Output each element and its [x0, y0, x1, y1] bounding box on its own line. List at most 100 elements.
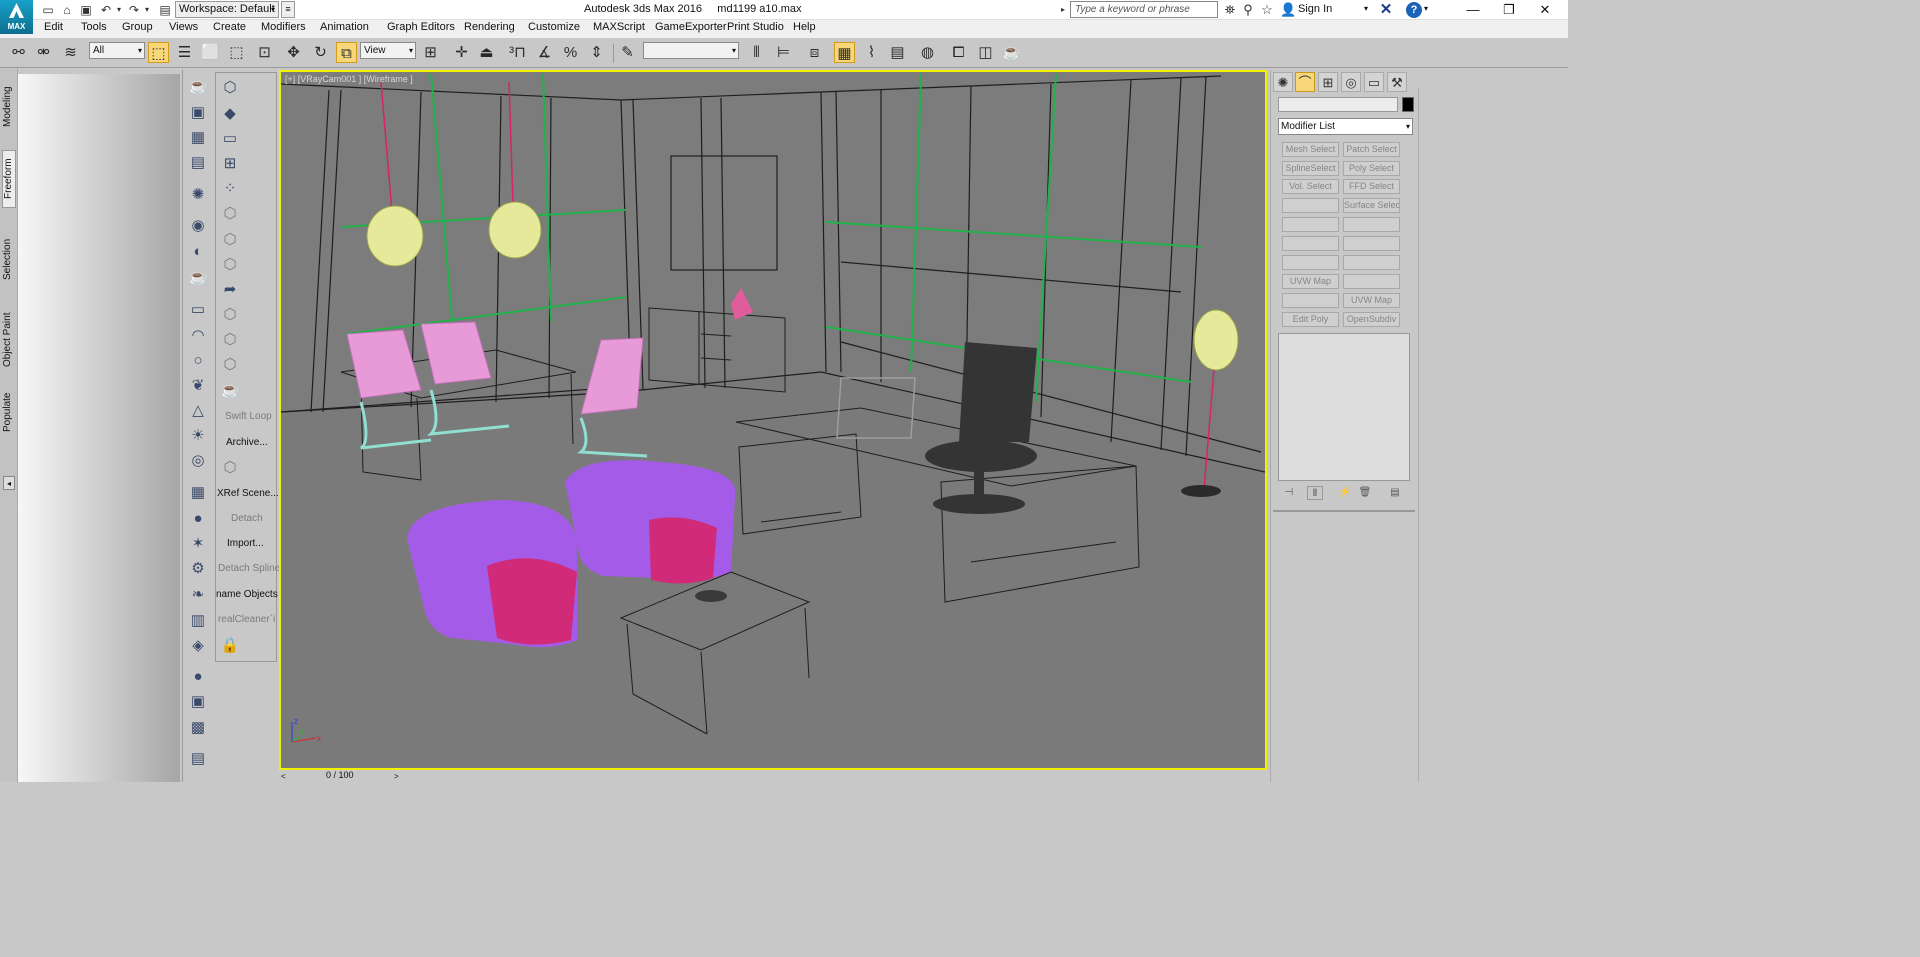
remove-modifier-icon[interactable]: 🗑: [1357, 486, 1373, 500]
box-grey-icon[interactable]: ⬡: [219, 457, 241, 479]
align-icon[interactable]: ⊨: [773, 42, 794, 63]
vol-select-button[interactable]: Vol. Select: [1282, 179, 1339, 194]
render-production-icon[interactable]: ☕: [1001, 42, 1022, 63]
particles-icon[interactable]: ⁘: [219, 178, 241, 200]
plane-icon[interactable]: ▭: [187, 299, 209, 321]
archive-button[interactable]: Archive...: [226, 437, 268, 448]
pin-stack-icon[interactable]: ⊣: [1281, 486, 1297, 500]
wall-icon[interactable]: ▥: [187, 610, 209, 632]
menu-animation[interactable]: Animation: [320, 21, 369, 33]
modify-tab-icon[interactable]: ⌒: [1295, 72, 1315, 92]
time-next-icon[interactable]: >: [394, 771, 404, 782]
xref-scene-button[interactable]: XRef Scene...: [217, 488, 279, 499]
motion-tab-icon[interactable]: ◎: [1341, 72, 1361, 92]
sign-in-link[interactable]: Sign In: [1298, 3, 1332, 15]
render-teapot-icon[interactable]: ☕: [187, 267, 209, 289]
box-add-icon[interactable]: ⬡: [219, 329, 241, 351]
box-icon[interactable]: ⬡: [219, 77, 241, 99]
menu-help[interactable]: Help: [793, 21, 816, 33]
teapot-icon[interactable]: ☕: [187, 76, 209, 98]
select-and-move-icon[interactable]: ⊡: [254, 42, 275, 63]
gear-icon[interactable]: ⚙: [187, 558, 209, 580]
empty-modifier-button[interactable]: [1343, 217, 1400, 232]
import-button[interactable]: Import...: [227, 538, 264, 549]
empty-modifier-button[interactable]: [1343, 236, 1400, 251]
box-link-icon[interactable]: ⬡: [219, 354, 241, 376]
hierarchy-tab-icon[interactable]: ⊞: [1318, 72, 1338, 92]
open-file-icon[interactable]: ⌂: [59, 2, 75, 18]
surface-select-button[interactable]: Surface Select: [1343, 198, 1400, 213]
monitor-icon[interactable]: ▭: [219, 128, 241, 150]
search-expand-icon[interactable]: ▸: [1061, 2, 1070, 18]
bind-to-space-warp-icon[interactable]: ≋: [60, 42, 81, 63]
disc-icon[interactable]: ○: [187, 350, 209, 372]
spinner-snap-icon[interactable]: ⇕: [586, 42, 607, 63]
search-input[interactable]: Type a keyword or phrase: [1070, 1, 1218, 18]
box-wire-icon[interactable]: ⬡: [219, 229, 241, 251]
grass-icon[interactable]: ❧: [187, 584, 209, 606]
rig-icon[interactable]: ✶: [187, 533, 209, 555]
dynamics-icon[interactable]: ●: [187, 508, 209, 530]
cube-color-icon[interactable]: ◆: [219, 103, 241, 125]
select-and-link-icon[interactable]: ⚯: [8, 42, 29, 63]
ribbon-tab-object-paint[interactable]: Object Paint: [2, 310, 16, 370]
modifier-stack[interactable]: [1278, 333, 1410, 481]
menu-customize[interactable]: Customize: [528, 21, 580, 33]
close-button[interactable]: ✕: [1522, 0, 1568, 20]
target-icon[interactable]: ◎: [187, 450, 209, 472]
menu-modifiers[interactable]: Modifiers: [261, 21, 306, 33]
keyboard-shortcut-override-icon[interactable]: ⏏: [476, 42, 497, 63]
display-tab-icon[interactable]: ▭: [1364, 72, 1384, 92]
empty-modifier-button[interactable]: [1343, 274, 1400, 289]
save-file-icon[interactable]: ▣: [78, 2, 94, 18]
xref-icon[interactable]: ▦: [187, 482, 209, 504]
box-modify-icon[interactable]: ⬡: [219, 203, 241, 225]
utilities-tab-icon[interactable]: ⚒: [1387, 72, 1407, 92]
ribbon-expand-icon[interactable]: ◂: [3, 476, 15, 490]
edit-named-selection-icon[interactable]: ✎: [617, 42, 638, 63]
menu-edit[interactable]: Edit: [44, 21, 63, 33]
menu-gameexporter[interactable]: GameExporter: [655, 21, 727, 33]
sphere-half-icon[interactable]: ◐: [187, 241, 209, 263]
sun-icon[interactable]: ☀: [187, 425, 209, 447]
snaps-toggle-icon[interactable]: ³⊓: [507, 42, 528, 63]
scene-explorer-icon[interactable]: ▦: [834, 42, 855, 63]
hemisphere-icon[interactable]: ◠: [187, 325, 209, 347]
detach-button[interactable]: Detach: [231, 513, 263, 524]
help-icon[interactable]: ?: [1406, 2, 1422, 18]
window-crossing-icon[interactable]: ⬚: [226, 42, 247, 63]
menu-group[interactable]: Group: [122, 21, 153, 33]
menu-rendering[interactable]: Rendering: [464, 21, 515, 33]
empty-modifier-button[interactable]: [1343, 255, 1400, 270]
time-slider[interactable]: < 0 / 100 >: [279, 770, 1267, 782]
menu-graph-editors[interactable]: Graph Editors: [387, 21, 455, 33]
select-object-icon[interactable]: ⬚: [148, 42, 169, 63]
forward-arrow-icon[interactable]: ➦: [219, 279, 241, 301]
realcleaner-button[interactable]: realCleaner`i: [218, 614, 275, 625]
render-setup-icon[interactable]: ⧠: [948, 42, 969, 63]
render-frame-icon[interactable]: ▩: [187, 717, 209, 739]
ribbon-tab-populate[interactable]: Populate: [2, 390, 16, 434]
mirror-icon[interactable]: ⫴: [746, 42, 767, 63]
calculator-icon[interactable]: ▦: [187, 127, 209, 149]
patch-select-button[interactable]: Patch Select: [1343, 142, 1400, 157]
perspective-viewport[interactable]: [+] [VRayCam001 ] [Wireframe ] x y z: [279, 70, 1267, 770]
binoculars-icon[interactable]: ⛯: [1222, 2, 1238, 18]
box-edit-icon[interactable]: ⬡: [219, 254, 241, 276]
layer-manager-icon[interactable]: ⧈: [804, 42, 825, 63]
reference-coord-dropdown[interactable]: View ▾: [360, 42, 416, 59]
menu-print-studio[interactable]: Print Studio: [727, 21, 784, 33]
favorites-star-icon[interactable]: ☆: [1259, 2, 1275, 18]
ffd-select-button[interactable]: FFD Select: [1343, 179, 1400, 194]
uvw-map-button[interactable]: UVW Map: [1282, 274, 1339, 289]
redo-dropdown-icon[interactable]: ▾: [139, 2, 155, 18]
image-icon[interactable]: ▣: [187, 102, 209, 124]
poly-select-button[interactable]: Poly Select: [1343, 161, 1400, 176]
batch-render-icon[interactable]: ▤: [187, 748, 209, 770]
uvw-map-button[interactable]: UVW Map: [1343, 293, 1400, 308]
empty-modifier-button[interactable]: [1282, 293, 1339, 308]
viewport-label[interactable]: [+] [VRayCam001 ] [Wireframe ]: [285, 74, 413, 84]
empty-modifier-button[interactable]: [1282, 217, 1339, 232]
lock-icon[interactable]: 🔒: [219, 635, 241, 657]
camera-icon[interactable]: ◉: [187, 215, 209, 237]
